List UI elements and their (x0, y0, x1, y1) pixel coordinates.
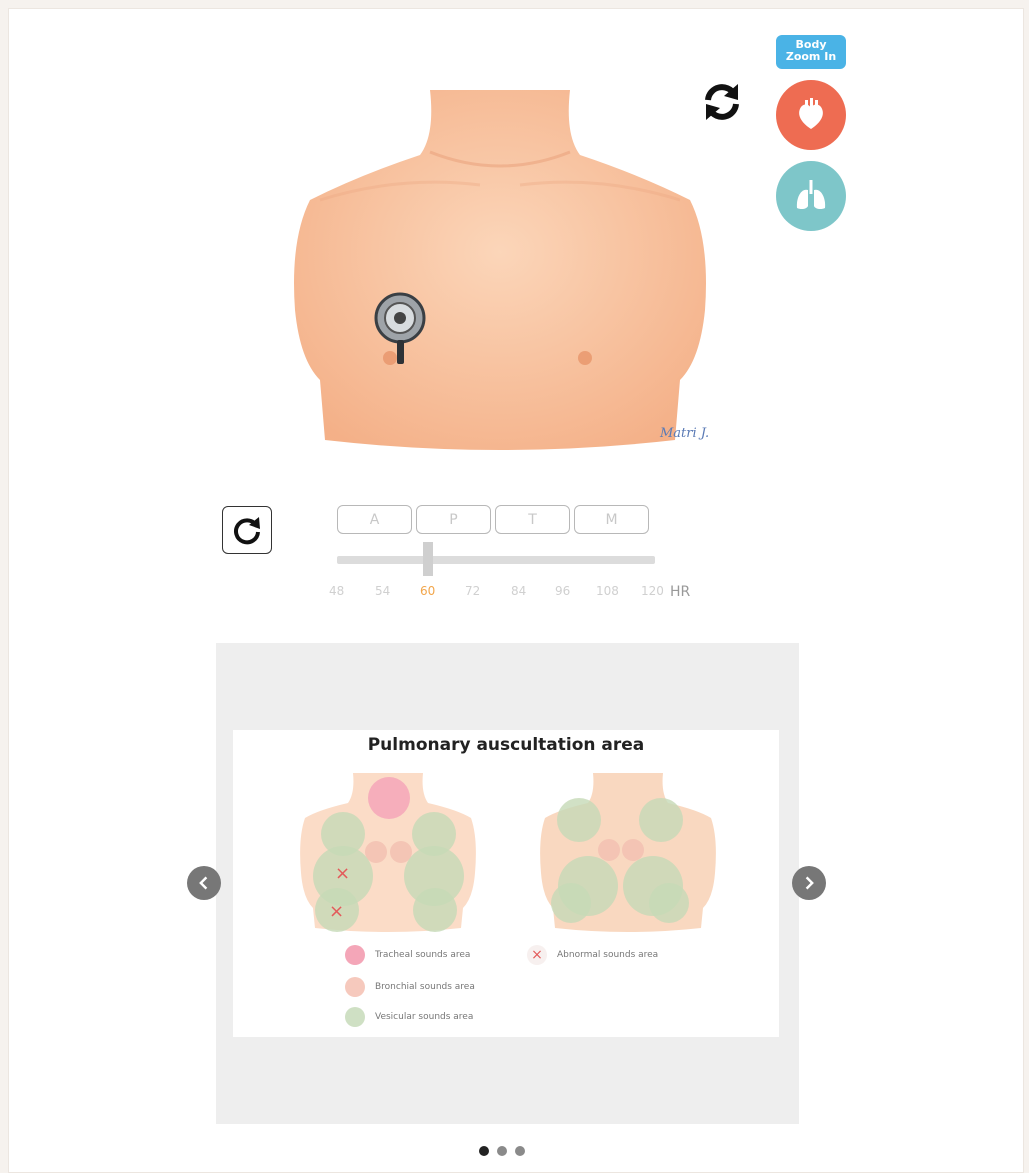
heart-rate-slider-track[interactable] (337, 556, 655, 564)
hr-tick-120: 120 (641, 584, 664, 598)
carousel-dot-1[interactable] (479, 1146, 489, 1156)
point-button-a[interactable]: A (337, 505, 412, 534)
legend-dot-vesicular (345, 1007, 365, 1027)
legend-dot-abnormal: × (527, 945, 547, 965)
lungs-icon (796, 180, 826, 210)
body-zoom-in-label[interactable]: Body Zoom In (776, 35, 846, 69)
carousel-prev-button[interactable] (187, 866, 221, 900)
point-button-m[interactable]: M (574, 505, 649, 534)
point-button-p[interactable]: P (416, 505, 491, 534)
carousel-dot-2[interactable] (497, 1146, 507, 1156)
hr-tick-60: 60 (420, 584, 436, 598)
legend-dot-bronchial (345, 977, 365, 997)
carousel-pagination (479, 1146, 525, 1156)
chevron-right-icon (805, 876, 814, 890)
heart-icon (799, 98, 823, 129)
hr-tick-54: 54 (375, 584, 391, 598)
hr-tick-108: 108 (596, 584, 619, 598)
abnormal-mark-2: × (329, 901, 345, 922)
legend-dot-tracheal (345, 945, 365, 965)
front-torso-diagram (300, 773, 476, 932)
legend-vesicular: Vesicular sounds area (345, 1007, 473, 1027)
back-torso-diagram (540, 773, 716, 932)
hr-tick-72: 72 (465, 584, 481, 598)
legend-bronchial: Bronchial sounds area (345, 977, 475, 997)
swap-refresh-icon[interactable] (700, 80, 744, 124)
heart-rate-slider-thumb[interactable] (423, 542, 433, 576)
point-button-t[interactable]: T (495, 505, 570, 534)
carousel-next-button[interactable] (792, 866, 826, 900)
abnormal-mark-1: × (335, 863, 351, 884)
hr-tick-48: 48 (329, 584, 345, 598)
reset-button[interactable] (222, 506, 272, 554)
artist-signature: Matri J. (660, 426, 710, 441)
chevron-left-icon (199, 876, 208, 890)
hr-tick-96: 96 (555, 584, 571, 598)
legend-abnormal: × Abnormal sounds area (527, 945, 658, 965)
chest-illustration (294, 90, 706, 450)
lungs-zoom-button[interactable] (776, 161, 846, 231)
auscultation-point-buttons: A P T M (337, 505, 649, 534)
hr-unit-label: HR (670, 584, 691, 600)
slide-title: Pulmonary auscultation area (367, 735, 645, 755)
hr-tick-84: 84 (511, 584, 527, 598)
carousel-dot-3[interactable] (515, 1146, 525, 1156)
carousel-slide: Pulmonary auscultation area × × Tracheal… (233, 730, 779, 1037)
heart-zoom-button[interactable] (776, 80, 846, 150)
stethoscope-icon[interactable] (372, 290, 432, 370)
legend-tracheal: Tracheal sounds area (345, 945, 470, 965)
rotate-icon (234, 517, 260, 545)
